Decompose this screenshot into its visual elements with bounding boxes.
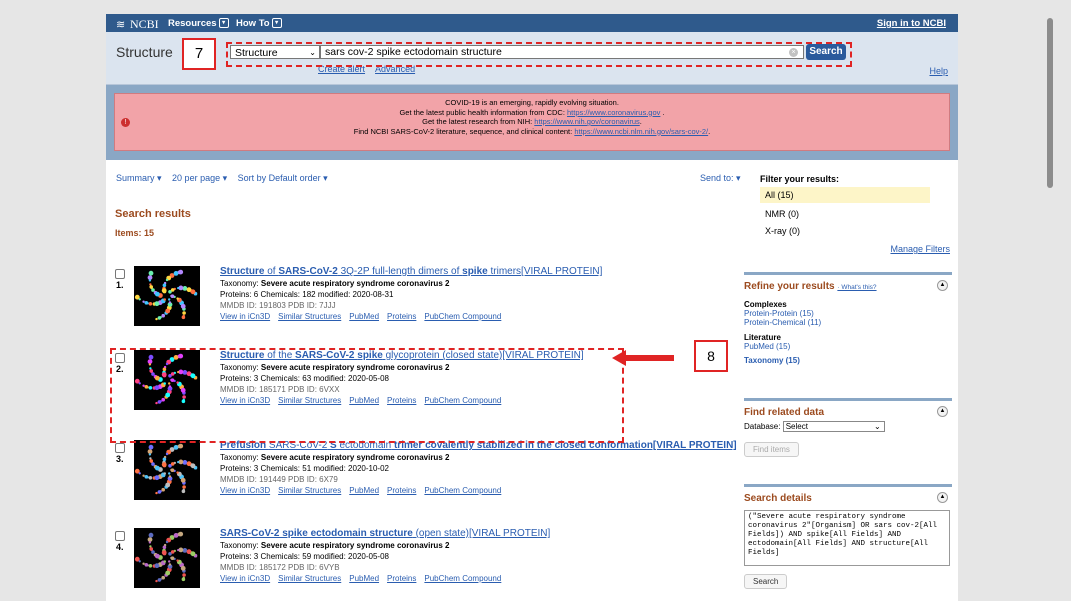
result-link[interactable]: Proteins [387,312,416,321]
result-checkbox[interactable] [115,531,125,541]
send-to-dropdown[interactable]: Send to: ▾ [700,173,741,184]
sort-dropdown[interactable]: Sort by Default order ▾ [238,173,328,183]
result-stats: Proteins: 3 Chemicals: 59 modified: 2020… [220,552,389,561]
result-title-link[interactable]: Structure of SARS-CoV-2 3Q-2P full-lengt… [220,266,760,278]
signin-link[interactable]: Sign in to NCBI [877,18,946,29]
whats-this-link[interactable]: · What's this? [837,284,876,291]
result-link[interactable]: Similar Structures [278,312,341,321]
window-scrollbar[interactable] [1043,14,1057,601]
help-link[interactable]: Help [929,66,948,76]
result-number: 1. [116,280,124,290]
structure-thumbnail[interactable] [134,528,200,588]
ncbi-logo-icon: ≋ [116,19,126,31]
details-box: Search details ▲ [744,484,952,511]
chevron-down-icon: ▾ [218,18,229,29]
result-link[interactable]: PubMed [349,486,379,495]
ncbi-topbar: ≋ NCBI Resources ▾ How To ▾ Sign in to NCBI [106,14,958,32]
arrow-left-icon [612,350,674,366]
result-number: 3. [116,454,124,464]
filter-title: Filter your results: [760,174,840,184]
result-link[interactable]: PubChem Compound [424,486,501,495]
items-count: Items: 15 [115,228,155,238]
database-title: Structure [116,44,173,60]
refine-pubmed[interactable]: PubMed (15) [744,342,952,351]
search-bar-highlight [226,42,852,67]
chevron-down-icon: ⌄ [874,422,881,431]
result-link[interactable]: Proteins [387,574,416,583]
search-results-title: Search results [115,208,191,220]
filter-all[interactable]: All (15) [760,187,930,203]
result-ids: MMDB ID: 185172 PDB ID: 6VYB [220,563,340,572]
database-label: Database: [744,422,781,431]
search-details-textarea[interactable]: ("Severe acute respiratory syndrome coro… [744,510,950,566]
per-page-dropdown[interactable]: 20 per page ▾ [172,173,227,183]
manage-filters-link[interactable]: Manage Filters [890,244,950,254]
result-link[interactable]: Similar Structures [278,486,341,495]
refine-taxonomy[interactable]: Taxonomy (15) [744,356,952,365]
refine-box: Refine your results · What's this? ▲ Com… [744,272,952,385]
filter-xray[interactable]: X-ray (0) [760,226,800,236]
literature-heading: Literature [744,333,781,342]
result-item: 1. Structure of SARS-CoV-2 3Q-2P full-len… [106,266,736,346]
refine-protein-protein[interactable]: Protein-Protein (15) [744,309,952,318]
related-database-select[interactable]: Select ⌄ [782,421,885,432]
collapse-icon[interactable]: ▲ [937,280,948,291]
structure-thumbnail[interactable] [134,440,200,500]
result-ids: MMDB ID: 191803 PDB ID: 7JJJ [220,301,336,310]
result-number: 4. [116,542,124,552]
collapse-icon[interactable]: ▲ [937,492,948,503]
find-items-button[interactable]: Find items [744,442,799,457]
alert-banner-wrap: ! COVID-19 is an emerging, rapidly evolv… [106,85,958,160]
ncbi-page: ≋ NCBI Resources ▾ How To ▾ Sign in to NCBI… [106,14,958,601]
result-checkbox[interactable] [115,443,125,453]
details-search-button[interactable]: Search [744,574,788,589]
result-item: 3. Prefusion SARS-CoV-2 S ectodomain trim… [106,440,737,520]
result-stats: Proteins: 6 Chemicals: 182 modified: 202… [220,290,394,299]
howto-menu[interactable]: How To ▾ [236,18,282,29]
result-link[interactable]: Similar Structures [278,574,341,583]
collapse-icon[interactable]: ▲ [937,406,948,417]
nih-link[interactable]: https://www.nih.gov/coronavirus [534,117,639,126]
result-taxonomy: Severe acute respiratory syndrome corona… [260,541,450,550]
result-checkbox[interactable] [115,269,125,279]
sars-cov-2-link[interactable]: https://www.ncbi.nlm.nih.gov/sars-cov-2/ [574,127,708,136]
chevron-down-icon: ▾ [271,18,282,29]
warning-icon: ! [121,118,130,127]
details-title: Search details [744,493,812,504]
result-stats: Proteins: 3 Chemicals: 51 modified: 2020… [220,464,389,473]
result-title-link[interactable]: SARS-CoV-2 spike ectodomain structure (o… [220,528,760,540]
result-ids: MMDB ID: 191449 PDB ID: 6X79 [220,475,338,484]
results-toolbar: Summary ▾ 20 per page ▾ Sort by Default … [116,173,336,184]
related-box: Find related data ▲ Database: Select ⌄ Fi… [744,398,952,471]
result-taxonomy: Severe acute respiratory syndrome corona… [260,279,450,288]
result-link[interactable]: PubMed [349,312,379,321]
result-link[interactable]: PubChem Compound [424,574,501,583]
result-link[interactable]: PubChem Compound [424,312,501,321]
summary-dropdown[interactable]: Summary ▾ [116,173,162,183]
filter-nmr[interactable]: NMR (0) [760,209,799,219]
resources-menu[interactable]: Resources ▾ [168,18,229,29]
result-taxonomy: Severe acute respiratory syndrome corona… [260,453,450,462]
ncbi-logo[interactable]: ≋ NCBI [116,17,159,32]
result-link[interactable]: PubMed [349,574,379,583]
result-link[interactable]: View in iCn3D [220,312,270,321]
cdc-link[interactable]: https://www.coronavirus.gov [567,108,660,117]
complexes-heading: Complexes [744,300,787,309]
refine-title: Refine your results [744,281,835,292]
refine-protein-chemical[interactable]: Protein-Chemical (11) [744,318,952,327]
scrollbar-thumb[interactable] [1047,18,1053,188]
annotation-label-8: 8 [694,340,728,372]
result-link[interactable]: View in iCn3D [220,574,270,583]
annotation-label-7: 7 [182,38,216,70]
result-highlight [110,348,624,443]
result-item: 4. SARS-CoV-2 spike ectodomain structure … [106,528,736,601]
covid-alert: ! COVID-19 is an emerging, rapidly evolv… [114,93,950,151]
result-link[interactable]: Proteins [387,486,416,495]
structure-thumbnail[interactable] [134,266,200,326]
result-link[interactable]: View in iCn3D [220,486,270,495]
related-title: Find related data [744,407,825,418]
